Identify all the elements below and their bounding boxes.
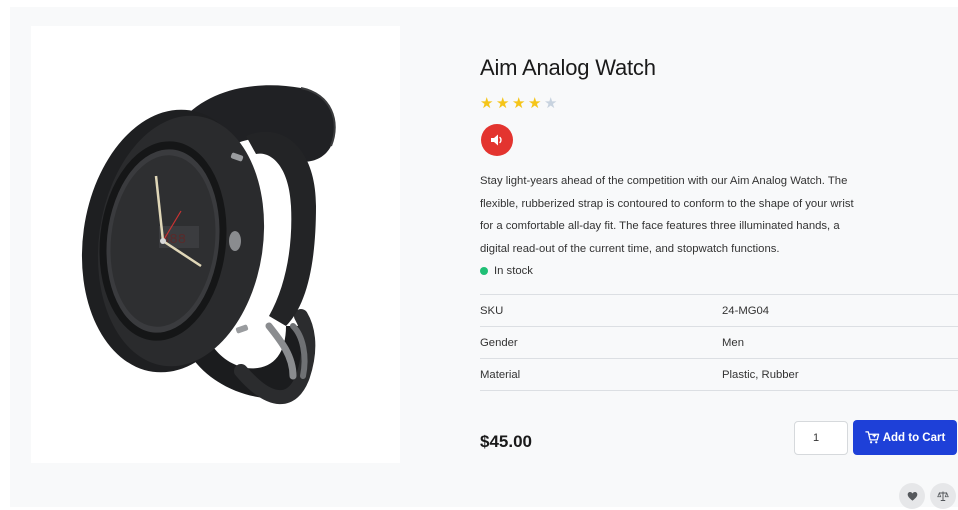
star-icon: ★ <box>528 95 542 112</box>
star-empty-icon: ★ <box>544 95 558 112</box>
spec-value: Men <box>722 336 744 349</box>
stock-dot-icon <box>480 267 488 275</box>
product-price: $45.00 <box>480 432 532 451</box>
speaker-icon <box>491 134 502 146</box>
spec-label: Material <box>480 368 521 381</box>
audio-button[interactable] <box>481 124 513 156</box>
spec-row-material: Material Plastic, Rubber <box>480 359 958 391</box>
scale-icon <box>937 491 949 501</box>
spec-label: Gender <box>480 336 518 349</box>
cart-icon <box>864 431 879 444</box>
stock-label: In stock <box>494 265 533 277</box>
spec-row-sku: SKU 24-MG04 <box>480 295 958 327</box>
spec-label: SKU <box>480 304 504 317</box>
add-to-cart-button[interactable]: Add to Cart <box>853 420 957 455</box>
spec-table: SKU 24-MG04 Gender Men Material Plastic,… <box>480 294 958 391</box>
watch-image: 888 <box>81 85 336 405</box>
product-title: Aim Analog Watch <box>480 55 656 80</box>
spec-value: 24-MG04 <box>722 304 770 317</box>
quantity-input[interactable] <box>794 421 848 455</box>
add-to-cart-label: Add to Cart <box>882 431 946 444</box>
heart-icon <box>907 491 917 501</box>
stock-status: In stock <box>480 265 533 277</box>
product-description: Stay light-years ahead of the competitio… <box>480 175 854 255</box>
compare-button[interactable] <box>930 483 956 509</box>
spec-row-gender: Gender Men <box>480 327 958 359</box>
product-image: 888 <box>31 26 400 463</box>
wishlist-button[interactable] <box>899 483 925 509</box>
star-icon: ★ <box>496 95 510 112</box>
star-icon: ★ <box>512 95 526 112</box>
rating-stars: ★ ★ ★ ★ ★ <box>480 96 559 111</box>
star-icon: ★ <box>480 95 494 112</box>
spec-value: Plastic, Rubber <box>722 368 799 381</box>
